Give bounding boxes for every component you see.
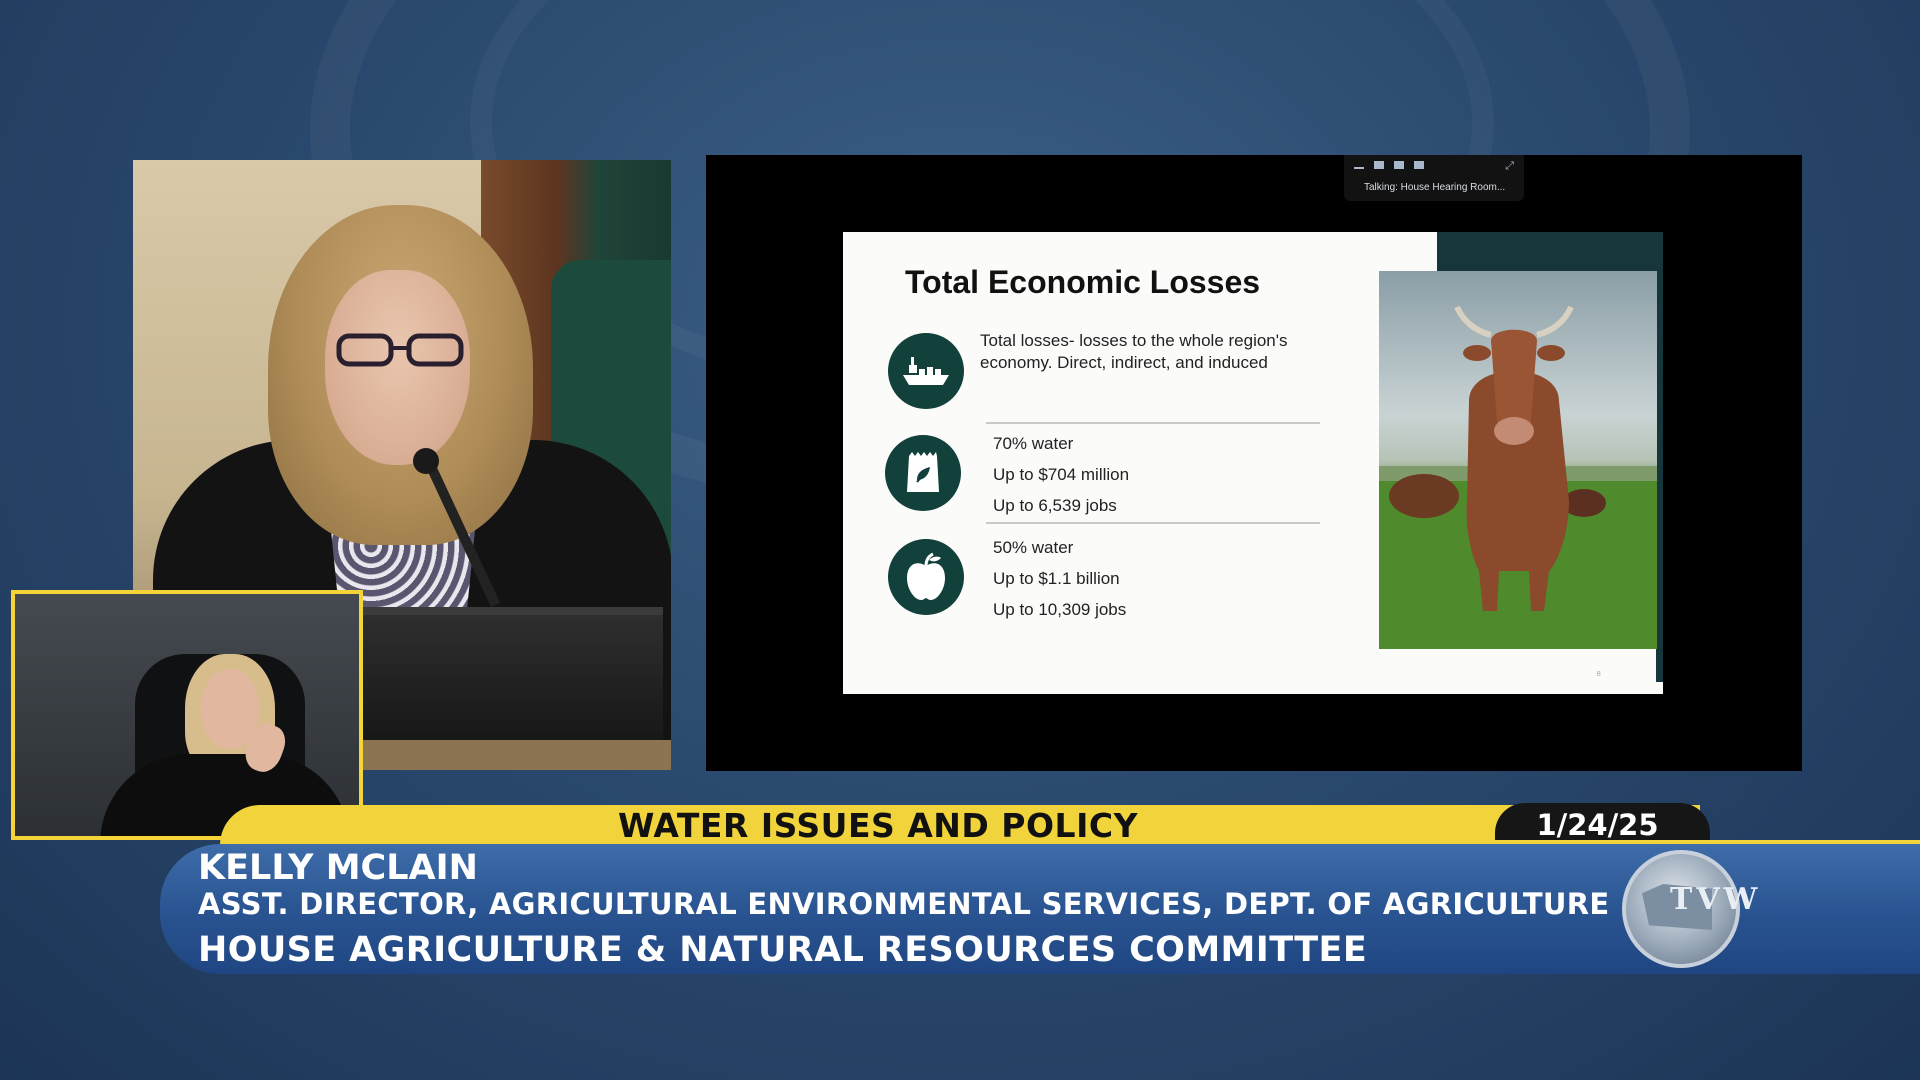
- fertilizer-bag-icon: [885, 435, 961, 511]
- committee-name: HOUSE AGRICULTURE & NATURAL RESOURCES CO…: [198, 930, 1368, 970]
- scenario-jobs: Up to 6,539 jobs: [993, 496, 1117, 515]
- minimize-icon[interactable]: [1354, 167, 1364, 169]
- shared-screen: ⤢ Talking: House Hearing Room... Total E…: [706, 155, 1802, 771]
- split-view-icon[interactable]: [1394, 161, 1404, 169]
- slide-intro-text: Total losses- losses to the whole region…: [980, 331, 1288, 372]
- zoom-view-controls[interactable]: [1354, 161, 1424, 169]
- scenario-70: 70% water Up to $704 million Up to 6,539…: [993, 428, 1129, 521]
- speaker-title: ASST. DIRECTOR, AGRICULTURAL ENVIRONMENT…: [198, 887, 1610, 921]
- cow-photo: [1379, 271, 1657, 649]
- tvw-logo-text: TVW: [1670, 882, 1762, 917]
- scenario-water: 50% water: [993, 538, 1074, 557]
- talking-indicator: Talking: House Hearing Room...: [1364, 182, 1506, 193]
- scenario-50: 50% water Up to $1.1 billion Up to 10,30…: [993, 532, 1126, 625]
- slide-accent-side: [1656, 272, 1663, 682]
- laptop: [363, 607, 663, 755]
- scenario-jobs: Up to 10,309 jobs: [993, 600, 1127, 619]
- expand-icon[interactable]: ⤢: [1505, 159, 1514, 173]
- divider: [986, 422, 1320, 424]
- speaker-name: KELLY MCLAIN: [198, 848, 478, 888]
- zoom-toolbar[interactable]: ⤢ Talking: House Hearing Room...: [1344, 155, 1524, 201]
- gallery-view-icon[interactable]: [1414, 161, 1424, 169]
- slide-page-number: 8: [1596, 670, 1601, 678]
- scenario-amount: Up to $1.1 billion: [993, 569, 1120, 588]
- cargo-ship-icon: [888, 333, 964, 409]
- scenario-amount: Up to $704 million: [993, 465, 1130, 484]
- broadcast-date: 1/24/25: [1536, 808, 1659, 842]
- slide-title: Total Economic Losses: [905, 264, 1261, 300]
- slide-accent-bar: [1437, 232, 1663, 272]
- single-view-icon[interactable]: [1374, 161, 1384, 169]
- glasses-icon: [336, 333, 464, 367]
- presentation-slide: Total Economic Losses Total losses- loss…: [843, 232, 1663, 694]
- microphone-icon: [413, 448, 439, 474]
- apple-icon: [888, 539, 964, 615]
- divider: [986, 522, 1320, 524]
- scenario-water: 70% water: [993, 434, 1074, 453]
- interpreter-video: [11, 590, 363, 840]
